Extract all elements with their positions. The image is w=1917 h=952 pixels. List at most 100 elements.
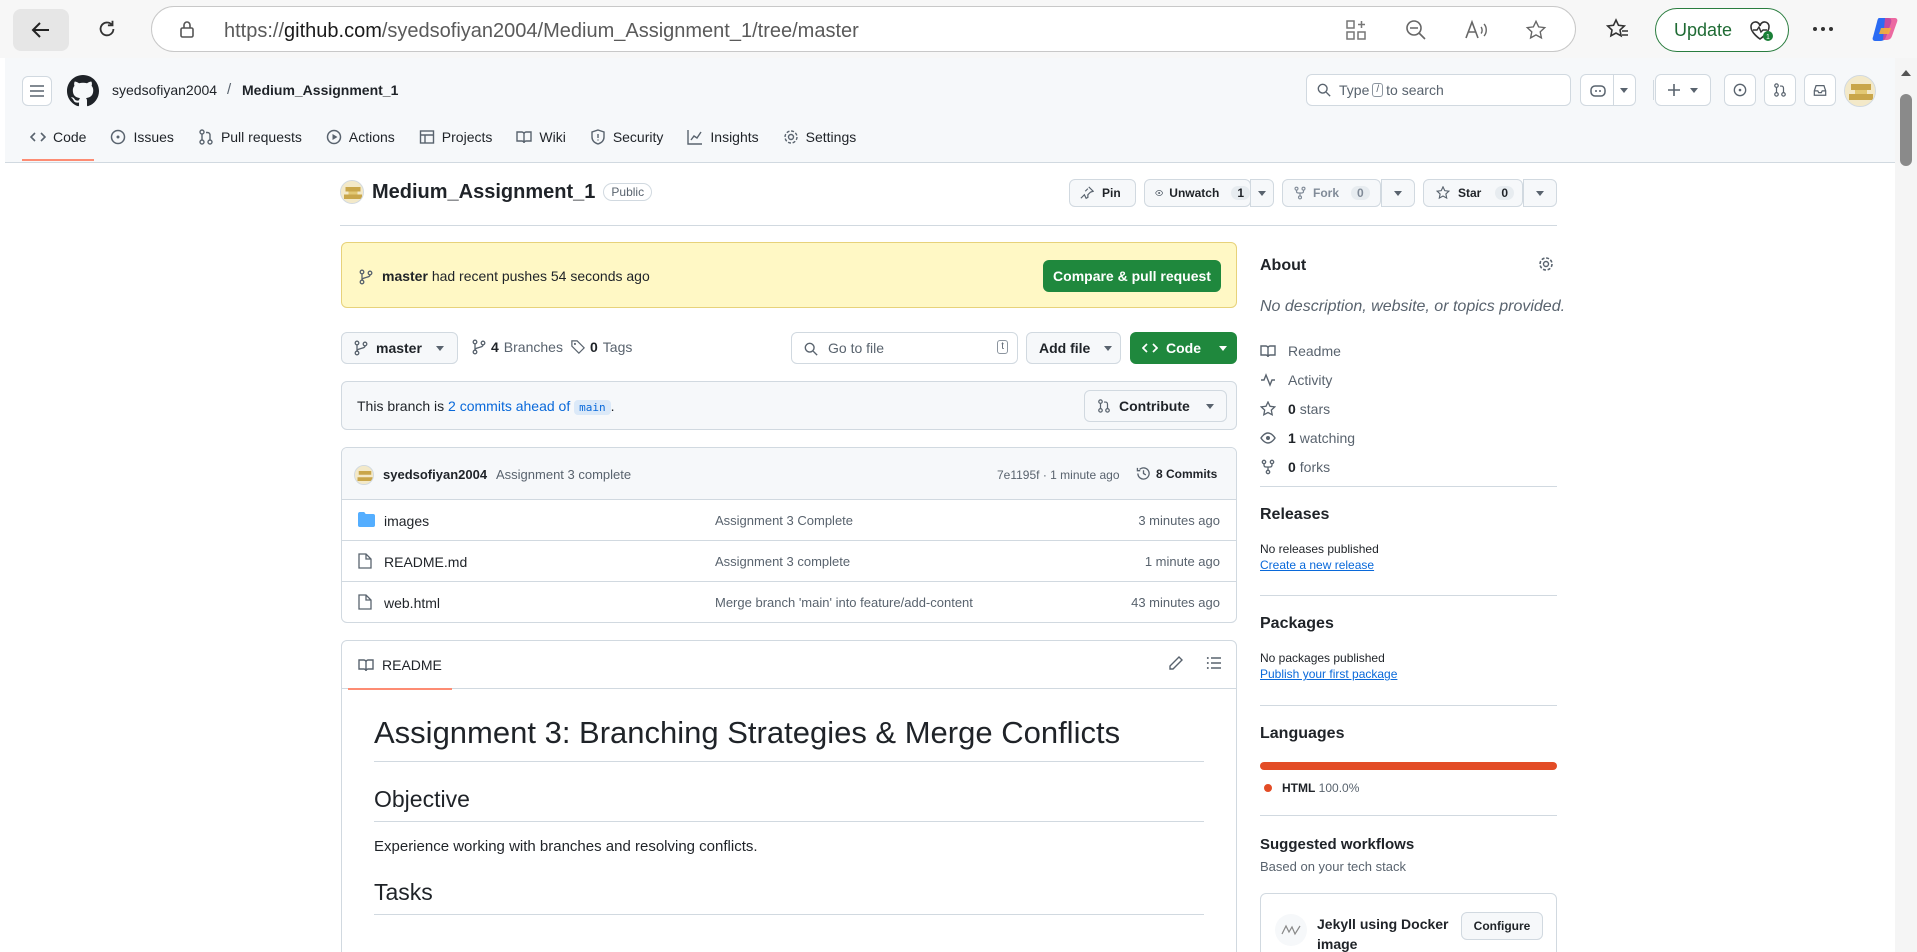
base-branch-chip[interactable]: main xyxy=(574,400,611,415)
github-logo-icon[interactable] xyxy=(67,75,99,110)
caret-down-icon xyxy=(1104,345,1113,351)
browser-toolbar: https://github.com/syedsofiyan2004/Mediu… xyxy=(0,0,1917,58)
create-release-link[interactable]: Create a new release xyxy=(1260,558,1374,572)
scroll-thumb[interactable] xyxy=(1900,94,1912,166)
update-button[interactable]: Update 1 xyxy=(1655,8,1789,52)
publish-package-link[interactable]: Publish your first package xyxy=(1260,667,1397,681)
star-button[interactable]: Star 0 xyxy=(1423,179,1523,207)
tags-link[interactable]: 0 Tags xyxy=(571,339,632,355)
add-file-button[interactable]: Add file xyxy=(1026,332,1121,364)
about-settings-gear-icon[interactable] xyxy=(1538,256,1554,275)
branch-select-button[interactable]: master xyxy=(341,332,458,364)
address-bar[interactable]: https://github.com/syedsofiyan2004/Mediu… xyxy=(151,6,1576,52)
favorites-button[interactable] xyxy=(1598,9,1638,49)
about-item-readme[interactable]: Readme xyxy=(1260,336,1355,365)
caret-down-icon xyxy=(435,345,444,351)
outline-list-icon[interactable] xyxy=(1206,655,1222,674)
repo-name[interactable]: Medium_Assignment_1 xyxy=(372,181,595,204)
create-new-button[interactable] xyxy=(1655,74,1711,106)
search-icon xyxy=(804,342,818,359)
table-row[interactable]: README.md Assignment 3 complete 1 minute… xyxy=(342,541,1236,582)
commit-author-avatar[interactable] xyxy=(354,465,374,485)
star-dropdown-button[interactable] xyxy=(1523,179,1557,207)
copilot-button[interactable] xyxy=(1866,9,1906,49)
issue-icon xyxy=(1733,83,1747,97)
global-search-input[interactable]: Type / to search xyxy=(1306,74,1571,106)
pull-request-icon xyxy=(1774,83,1786,97)
copilot-menu-button[interactable] xyxy=(1580,74,1636,106)
tab-code[interactable]: Code xyxy=(22,113,95,161)
inbox-button[interactable] xyxy=(1804,74,1836,106)
edit-pencil-icon[interactable] xyxy=(1168,655,1184,674)
releases-title[interactable]: Releases xyxy=(1260,506,1557,524)
configure-button[interactable]: Configure xyxy=(1461,912,1543,940)
tab-actions[interactable]: Actions xyxy=(318,113,403,161)
watch-count: 1 xyxy=(1231,186,1250,200)
fork-button[interactable]: Fork 0 xyxy=(1282,179,1381,207)
favorite-star-icon[interactable] xyxy=(1515,17,1557,43)
caret-down-icon xyxy=(1619,87,1628,93)
user-avatar[interactable] xyxy=(1844,75,1876,107)
tab-insights[interactable]: Insights xyxy=(679,113,766,161)
tab-pull-requests[interactable]: Pull requests xyxy=(190,113,310,161)
compare-pull-request-button[interactable]: Compare & pull request xyxy=(1043,260,1221,292)
issues-shortcut-button[interactable] xyxy=(1724,74,1756,106)
watch-dropdown-button[interactable] xyxy=(1250,179,1274,207)
read-aloud-icon[interactable] xyxy=(1455,17,1497,43)
commits-ahead-link[interactable]: 2 commits ahead of xyxy=(448,398,570,414)
readme-heading-tasks: Tasks xyxy=(374,879,1204,915)
app-available-icon[interactable] xyxy=(1335,17,1377,43)
file-commit-message[interactable]: Assignment 3 Complete xyxy=(715,513,853,528)
branches-link[interactable]: 4 Branches xyxy=(472,339,563,355)
readme-tab[interactable]: README xyxy=(348,641,452,690)
tab-settings[interactable]: Settings xyxy=(775,113,865,161)
more-horizontal-icon xyxy=(1813,27,1833,31)
code-dropdown-button[interactable]: Code xyxy=(1130,332,1237,364)
menu-button[interactable] xyxy=(22,76,52,106)
tab-security[interactable]: Security xyxy=(582,113,672,161)
file-commit-message[interactable]: Assignment 3 complete xyxy=(715,554,850,569)
scroll-up-arrow-icon[interactable] xyxy=(1901,70,1911,76)
file-commit-message[interactable]: Merge branch 'main' into feature/add-con… xyxy=(715,595,973,610)
banner-branch[interactable]: master xyxy=(382,268,428,284)
repo-owner-avatar[interactable] xyxy=(340,180,364,204)
commit-sha-time[interactable]: 7e1195f · 1 minute ago xyxy=(997,468,1120,482)
file-name[interactable]: README.md xyxy=(384,554,467,570)
page-scrollbar[interactable] xyxy=(1895,58,1917,952)
browser-more-button[interactable] xyxy=(1803,9,1843,49)
table-icon xyxy=(419,130,434,144)
caret-down-icon xyxy=(1258,190,1266,196)
caret-down-icon xyxy=(1536,190,1544,196)
commits-history-link[interactable]: 8 Commits xyxy=(1136,466,1217,481)
about-item-watching[interactable]: 1 watching xyxy=(1260,423,1355,452)
code-label: Code xyxy=(1166,340,1201,356)
tab-wiki[interactable]: Wiki xyxy=(508,113,573,161)
table-row[interactable]: web.html Merge branch 'main' into featur… xyxy=(342,582,1236,622)
about-item-activity[interactable]: Activity xyxy=(1260,365,1355,394)
zoom-out-icon[interactable] xyxy=(1395,17,1437,43)
fork-dropdown-button[interactable] xyxy=(1381,179,1415,207)
contribute-button[interactable]: Contribute xyxy=(1084,390,1227,422)
file-name[interactable]: images xyxy=(384,513,429,529)
table-row[interactable]: images Assignment 3 Complete 3 minutes a… xyxy=(342,500,1236,541)
header-divider xyxy=(1653,80,1654,100)
back-button[interactable] xyxy=(13,9,69,51)
packages-title[interactable]: Packages xyxy=(1260,615,1557,633)
tab-projects[interactable]: Projects xyxy=(411,113,501,161)
tab-label: Insights xyxy=(710,129,759,145)
pin-button[interactable]: Pin xyxy=(1069,179,1136,207)
about-item-forks[interactable]: 0 forks xyxy=(1260,452,1355,481)
about-item-stars[interactable]: 0 stars xyxy=(1260,394,1355,423)
unwatch-button[interactable]: Unwatch 1 xyxy=(1144,179,1251,207)
pin-icon xyxy=(1080,186,1094,200)
commit-message[interactable]: Assignment 3 complete xyxy=(496,467,631,482)
commit-author[interactable]: syedsofiyan2004 xyxy=(383,467,487,482)
reload-button[interactable] xyxy=(87,9,127,49)
file-name[interactable]: web.html xyxy=(384,595,440,611)
tab-issues[interactable]: Issues xyxy=(102,113,181,161)
pull-requests-shortcut-button[interactable] xyxy=(1764,74,1796,106)
language-item[interactable]: HTML 100.0% xyxy=(1264,781,1359,795)
go-to-file-input[interactable]: Go to file t xyxy=(791,332,1018,364)
breadcrumb-owner[interactable]: syedsofiyan2004 xyxy=(112,82,217,98)
breadcrumb-repo[interactable]: Medium_Assignment_1 xyxy=(242,82,398,98)
